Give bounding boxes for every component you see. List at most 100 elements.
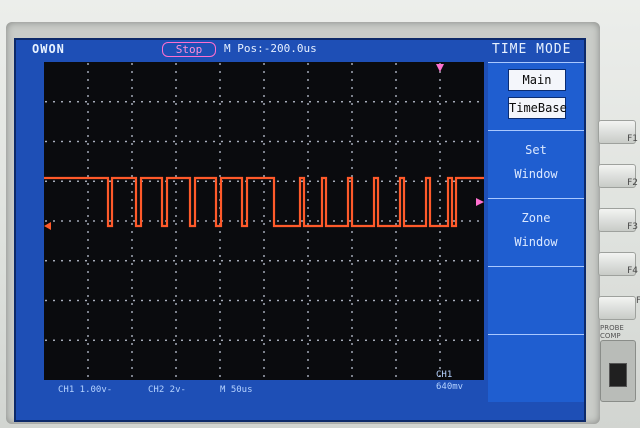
grid-dot <box>133 100 135 103</box>
grid-dot <box>131 151 133 153</box>
grid-dot <box>349 259 351 262</box>
f5-button[interactable] <box>598 296 636 320</box>
grid-dot <box>149 259 151 262</box>
grid-dot <box>389 180 391 183</box>
grid-dot <box>87 159 89 161</box>
grid-dot <box>149 220 151 222</box>
grid-dot <box>439 287 441 289</box>
grid-dot <box>317 180 319 183</box>
grid-dot <box>77 180 79 183</box>
grid-dot <box>181 140 183 143</box>
grid-dot <box>263 255 265 257</box>
grid-dot <box>205 339 207 342</box>
grid-dot <box>213 339 215 342</box>
grid-dot <box>269 140 271 143</box>
grid-dot <box>439 239 441 241</box>
grid-dot <box>341 180 343 183</box>
grid-dot <box>87 183 89 185</box>
grid-dot <box>351 95 353 97</box>
grid-dot <box>87 311 89 313</box>
grid-dot <box>263 359 265 361</box>
grid-dot <box>365 100 367 103</box>
grid-dot <box>309 100 311 103</box>
grid-dot <box>219 63 221 65</box>
grid-dot <box>351 319 353 321</box>
grid-dot <box>175 327 177 329</box>
grid-dot <box>133 140 135 143</box>
grid-dot <box>253 140 255 143</box>
grid-dot <box>389 299 391 302</box>
grid-dot <box>357 100 359 103</box>
grid-dot <box>229 180 231 183</box>
grid-dot <box>219 311 221 313</box>
menu-item-empty-4[interactable] <box>488 266 584 335</box>
probe-comp-terminal[interactable] <box>600 340 636 402</box>
grid-dot <box>439 351 441 353</box>
grid-dot <box>395 199 397 201</box>
grid-dot <box>87 239 89 241</box>
grid-dot <box>373 140 375 143</box>
grid-dot <box>301 299 303 302</box>
grid-dot <box>395 71 397 73</box>
grid-dot <box>131 327 133 329</box>
grid-dot <box>395 87 397 89</box>
menu-item-set-window[interactable]: Set Window <box>488 130 584 199</box>
grid-dot <box>351 303 353 305</box>
grid-dot <box>395 111 397 113</box>
grid-dot <box>189 259 191 262</box>
grid-dot <box>307 287 309 289</box>
grid-dot <box>175 87 177 89</box>
menu-item-zone-window[interactable]: Zone Window <box>488 198 584 267</box>
grid-dot <box>461 140 463 143</box>
grid-dot <box>87 87 89 89</box>
grid-dot <box>307 303 309 305</box>
grid-dot <box>149 299 151 302</box>
run-stop-indicator[interactable]: Stop <box>162 42 216 57</box>
grid-dot <box>349 299 351 302</box>
grid-dot <box>77 299 79 302</box>
grid-dot <box>175 191 177 193</box>
menu-item-main-timebase[interactable]: Main TimeBase <box>488 62 584 131</box>
grid-dot <box>221 140 223 143</box>
brand-logo: OWON <box>32 42 65 56</box>
grid-dot <box>149 140 151 143</box>
grid-dot <box>181 299 183 302</box>
grid-dot <box>381 140 383 143</box>
grid-dot <box>93 100 95 103</box>
grid-dot <box>263 287 265 289</box>
menu-item-empty-5[interactable] <box>488 334 584 403</box>
grid-dot <box>309 140 311 143</box>
grid-dot <box>317 140 319 143</box>
grid-dot <box>395 215 397 217</box>
grid-dot <box>197 140 199 143</box>
grid-dot <box>213 299 215 302</box>
grid-dot <box>307 183 309 185</box>
grid-dot <box>307 119 309 121</box>
grid-dot <box>263 223 265 225</box>
grid-dot <box>395 271 397 273</box>
grid-dot <box>165 140 167 143</box>
f3-label: F3 <box>627 222 638 232</box>
grid-dot <box>175 311 177 313</box>
grid-dot <box>253 259 255 262</box>
grid-dot <box>263 335 265 337</box>
grid-dot <box>269 220 271 222</box>
grid-dot <box>317 220 319 222</box>
grid-dot <box>117 140 119 143</box>
grid-dot <box>237 299 239 302</box>
softkey-menu: Main TimeBase Set Window Zone Window <box>488 62 584 402</box>
grid-dot <box>229 299 231 302</box>
grid-dot <box>263 247 265 249</box>
grid-dot <box>175 255 177 257</box>
grid-dot <box>397 299 399 302</box>
grid-dot <box>365 220 367 222</box>
grid-dot <box>351 247 353 249</box>
grid-dot <box>439 255 441 257</box>
grid-dot <box>357 140 359 143</box>
grid-dot <box>307 199 309 201</box>
grid-dot <box>219 167 221 169</box>
grid-dot <box>131 367 133 369</box>
grid-dot <box>395 79 397 81</box>
grid-dot <box>125 140 127 143</box>
grid-dot <box>87 303 89 305</box>
